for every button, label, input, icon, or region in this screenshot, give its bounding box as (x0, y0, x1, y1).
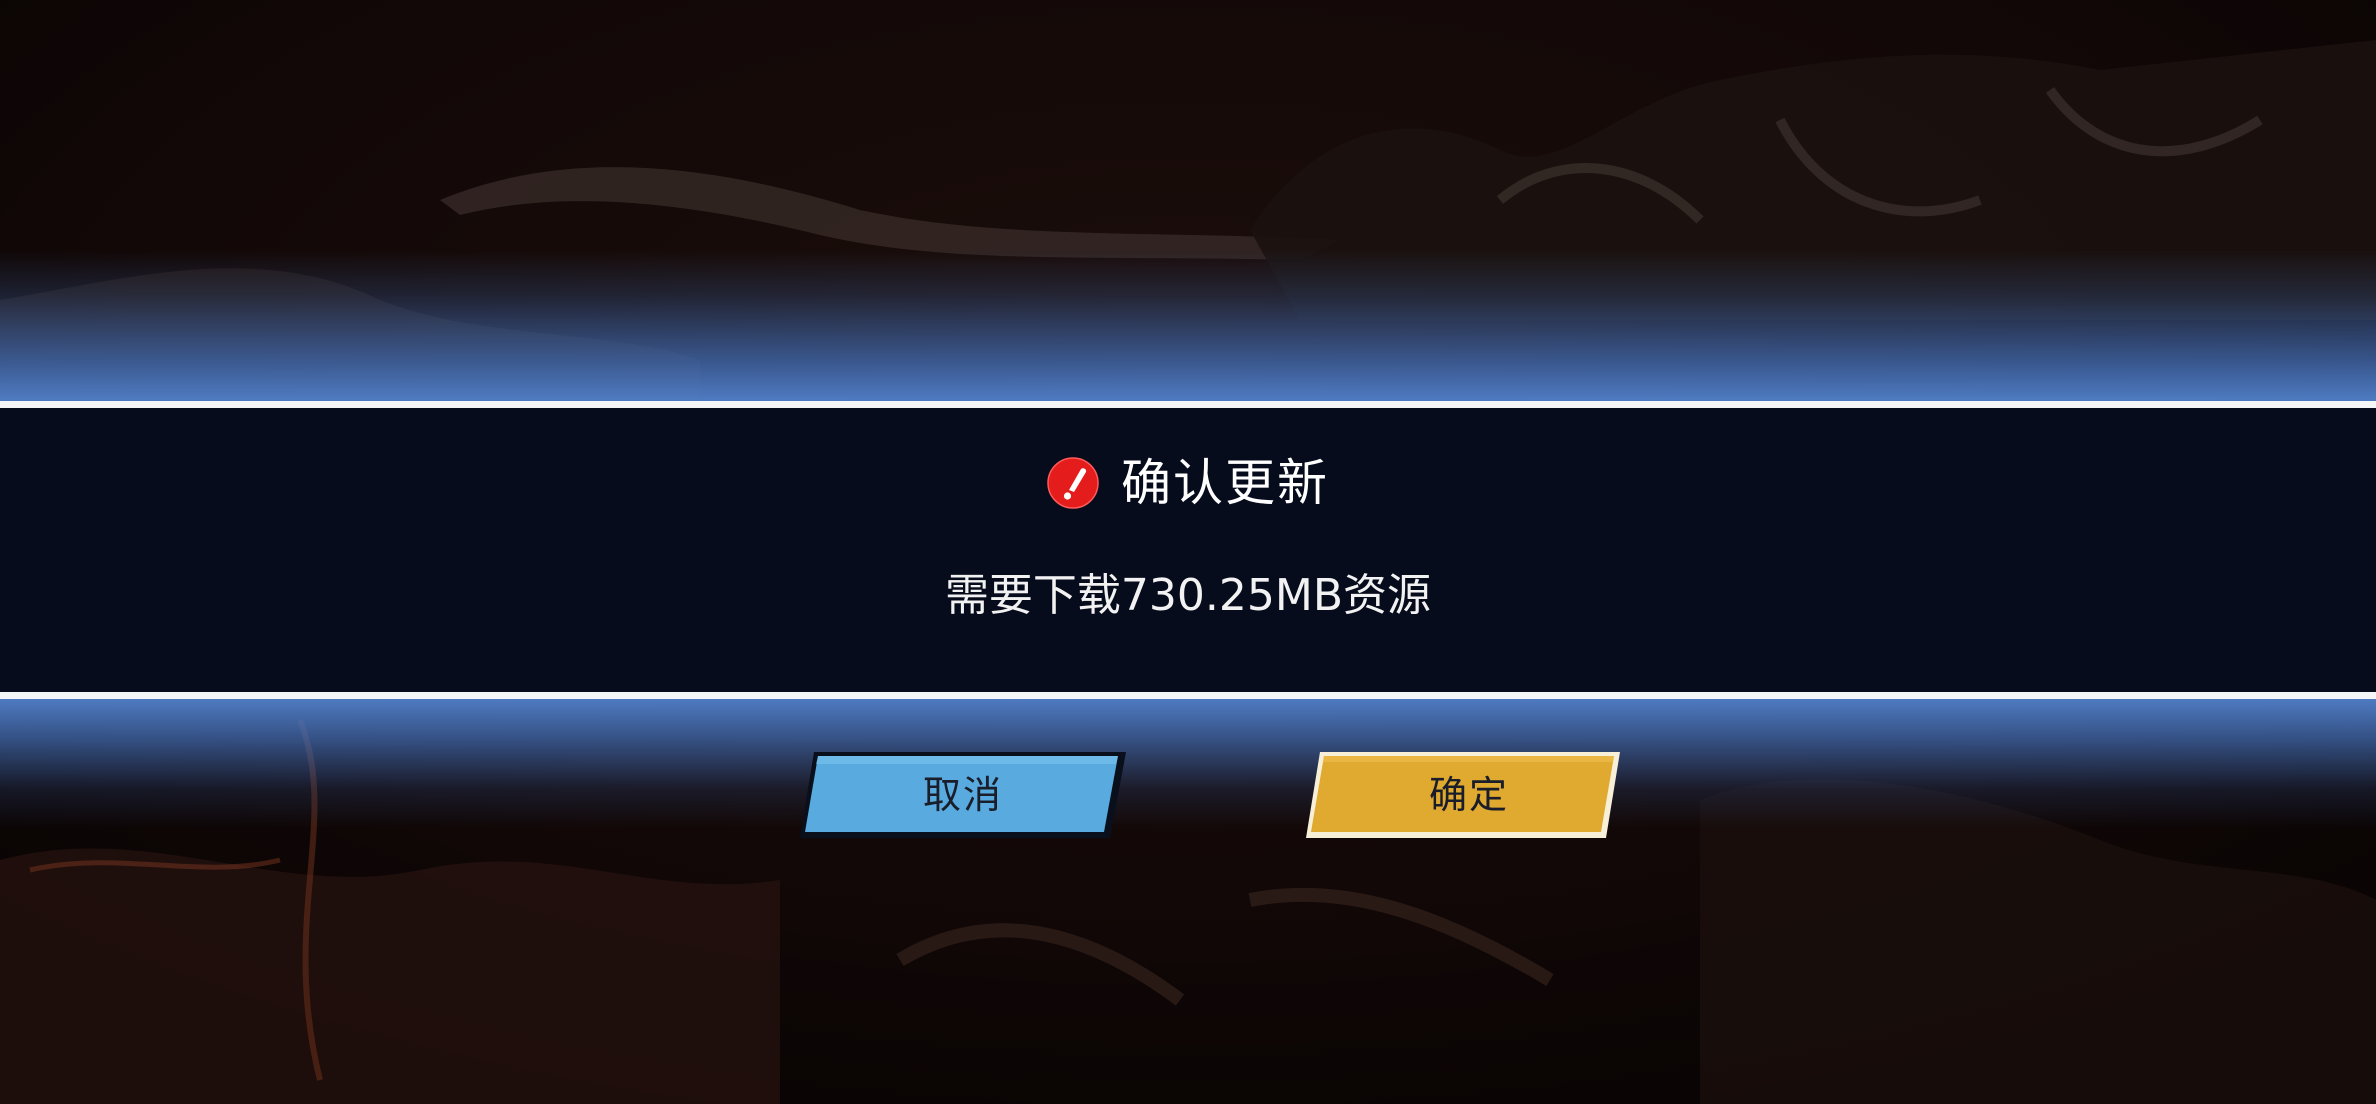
top-blue-glow (0, 250, 2376, 402)
update-dialog-screen: 确认更新 需要下载730.25MB资源 取消 确定 (0, 0, 2376, 1104)
confirm-button-label: 确定 (1428, 773, 1509, 817)
dialog-title-row: 确认更新 (0, 448, 2376, 518)
cancel-button-label: 取消 (922, 773, 1003, 817)
confirm-button[interactable]: 确定 (1302, 748, 1636, 842)
dialog-message: 需要下载730.25MB资源 (944, 570, 1432, 621)
dialog-title: 确认更新 (1121, 454, 1329, 512)
cancel-button[interactable]: 取消 (796, 748, 1130, 842)
bottom-blue-glow (0, 698, 2376, 828)
dialog-panel: 确认更新 需要下载730.25MB资源 (0, 401, 2376, 699)
alert-icon (1047, 457, 1099, 509)
